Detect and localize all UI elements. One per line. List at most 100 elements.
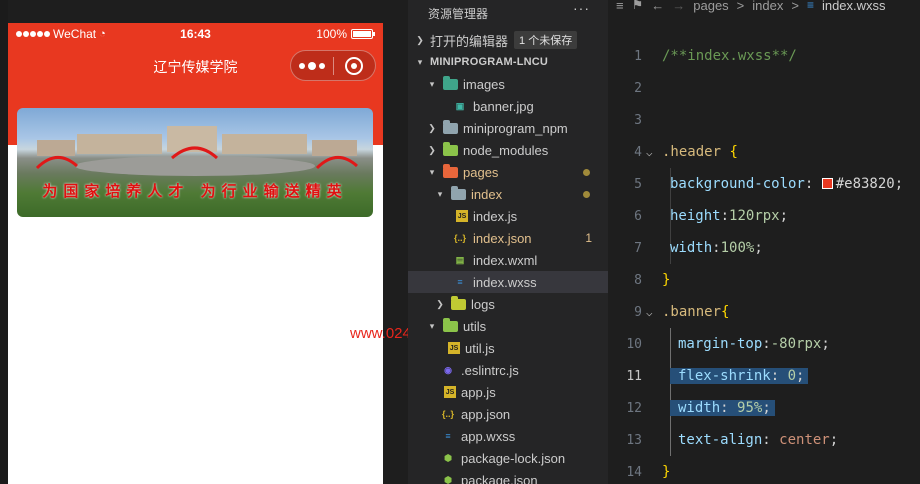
tree-item-utils[interactable]: ▾ utils	[408, 315, 608, 337]
code-value: center	[779, 432, 830, 448]
chevron-down-icon: ▾	[429, 78, 435, 89]
project-root[interactable]: ▾ MINIPROGRAM-LNCU	[408, 51, 608, 73]
chevron-right-icon: ❯	[428, 144, 436, 155]
tree-item-banner-jpg[interactable]: ▣ banner.jpg	[408, 95, 608, 117]
folder-utils-icon	[442, 317, 458, 333]
line-number: 10	[626, 336, 642, 352]
code-unit: rpx	[796, 336, 822, 352]
line-number: 8	[634, 272, 642, 288]
tree-item-label: app.wxss	[461, 428, 516, 444]
line-number: 12	[626, 400, 642, 416]
code-selector: .header	[662, 144, 722, 160]
code-line: 13 text-align: center;	[610, 424, 920, 456]
tree-item-app-json[interactable]: {..} app.json	[408, 403, 608, 425]
line-number: 2	[634, 80, 642, 96]
tree-item-app-js[interactable]: JS app.js	[408, 381, 608, 403]
folder-icon	[450, 185, 466, 201]
chevron-right-icon: ❯	[416, 34, 424, 45]
code-property: margin-top	[678, 336, 763, 352]
tree-item-images[interactable]: ▾ images	[408, 73, 608, 95]
breadcrumb: ≡ ⚑ ← → pages > index > ≡ index.wxss	[610, 0, 886, 13]
tree-item-package-json[interactable]: ⬢ package.json	[408, 469, 608, 484]
css-file-icon: ≡	[457, 277, 463, 287]
open-editors-section[interactable]: ❯ 打开的编辑器 1 个未保存	[408, 29, 608, 51]
code-brace: {	[721, 304, 730, 320]
js-file-icon: JS	[456, 210, 468, 222]
tree-item-label: node_modules	[463, 142, 549, 158]
left-edge	[0, 0, 8, 484]
css-file-icon: ≡	[806, 0, 814, 12]
tree-item-pages[interactable]: ▾ pages	[408, 161, 608, 183]
tree-item-index-js[interactable]: JS index.js	[408, 205, 608, 227]
code-editor[interactable]: ≡ ⚑ ← → pages > index > ≡ index.wxss 1 /…	[610, 0, 920, 484]
tree-item-index-wxss[interactable]: ≡ index.wxss	[408, 271, 608, 293]
line-number: 13	[626, 432, 642, 448]
menu-lines-icon[interactable]: ≡	[616, 0, 624, 13]
tree-item-miniprogram-npm[interactable]: ❯ miniprogram_npm	[408, 117, 608, 139]
line-number: 11	[626, 368, 642, 384]
explorer-title: 资源管理器	[428, 7, 489, 21]
breadcrumb-file[interactable]: index.wxss	[822, 0, 886, 13]
code-line: 4 ⌵ .header {	[610, 136, 920, 168]
tree-item-label: banner.jpg	[473, 98, 534, 114]
explorer-panel: 资源管理器 ··· ❯ 打开的编辑器 1 个未保存 ▾ MINIPROGRAM-…	[408, 0, 608, 484]
tree-item-index-json[interactable]: {..} index.json 1	[408, 227, 608, 249]
color-swatch-icon[interactable]	[821, 178, 833, 189]
json-file-icon: {..}	[453, 233, 466, 243]
line-number: 4	[634, 144, 642, 160]
fold-chevron-icon[interactable]: ⌵	[646, 146, 653, 159]
more-icon[interactable]	[291, 51, 333, 80]
tree-item-label: package.json	[461, 472, 538, 484]
code-line: 9 ⌵ .banner{	[610, 296, 920, 328]
code-number: -80	[770, 336, 797, 352]
code-property: width	[678, 400, 721, 416]
tree-item-label: index.json	[473, 230, 532, 246]
breadcrumb-pages[interactable]: pages	[693, 0, 728, 13]
banner-image[interactable]: 为国家培养人才 为行业输送精英	[17, 108, 373, 217]
code-property: background-color	[670, 176, 805, 192]
npm-file-icon: ⬢	[444, 474, 452, 484]
css-file-icon: ≡	[445, 431, 451, 441]
modified-dot	[583, 168, 590, 176]
folder-node-icon	[442, 141, 458, 157]
nav-bar: 辽宁传媒学院	[8, 47, 383, 85]
banner-slogan: 为国家培养人才 为行业输送精英	[42, 182, 348, 200]
code-line: 2	[610, 72, 920, 104]
tree-item-eslintrc[interactable]: ◉ .eslintrc.js	[408, 359, 608, 381]
tree-item-index-wxml[interactable]: ▤ index.wxml	[408, 249, 608, 271]
tree-item-node-modules[interactable]: ❯ node_modules	[408, 139, 608, 161]
fold-chevron-icon[interactable]: ⌵	[646, 306, 653, 319]
tree-item-util-js[interactable]: JS util.js	[408, 337, 608, 359]
chevron-right-icon: ❯	[428, 122, 436, 133]
line-number: 3	[634, 112, 642, 128]
line-number: 6	[634, 208, 642, 224]
explorer-more-icon[interactable]: ···	[573, 0, 590, 16]
code-line: 8 }	[610, 264, 920, 296]
forward-arrow-icon[interactable]: →	[672, 0, 685, 13]
tree-item-label: index	[471, 186, 503, 202]
tree-item-index-folder[interactable]: ▾ index	[408, 183, 608, 205]
breadcrumb-index[interactable]: index	[752, 0, 783, 13]
bookmark-icon[interactable]: ⚑	[632, 0, 644, 13]
tree-item-package-lock[interactable]: ⬢ package-lock.json	[408, 447, 608, 469]
code-number: 100%	[720, 240, 755, 256]
capsule-menu	[290, 50, 376, 81]
chevron-right-icon: ❯	[436, 298, 444, 309]
line-number: 14	[626, 464, 642, 480]
code-line: 6 height:120rpx;	[610, 200, 920, 232]
tree-item-label: app.js	[461, 384, 496, 400]
chevron-down-icon: ▾	[429, 320, 435, 331]
battery-label: 100%	[316, 27, 347, 41]
chevron-down-icon: ▾	[417, 56, 423, 67]
tree-item-label: utils	[463, 318, 487, 334]
back-arrow-icon[interactable]: ←	[651, 0, 664, 13]
folder-logs-icon	[450, 295, 466, 311]
editor-breadcrumb: ≡ ⚑ ← → pages > index > ≡ index.wxss	[610, 0, 920, 14]
tree-item-label: images	[463, 76, 505, 92]
npm-file-icon: ⬢	[444, 452, 452, 463]
close-miniprogram-icon[interactable]	[334, 51, 375, 80]
tree-item-logs[interactable]: ❯ logs	[408, 293, 608, 315]
devtools-window: WeChat ◔ 16:43 100% 辽宁传媒学院 为国家培养人才 为行业输送…	[0, 0, 920, 484]
tree-item-app-wxss[interactable]: ≡ app.wxss	[408, 425, 608, 447]
modified-dot	[583, 190, 590, 198]
